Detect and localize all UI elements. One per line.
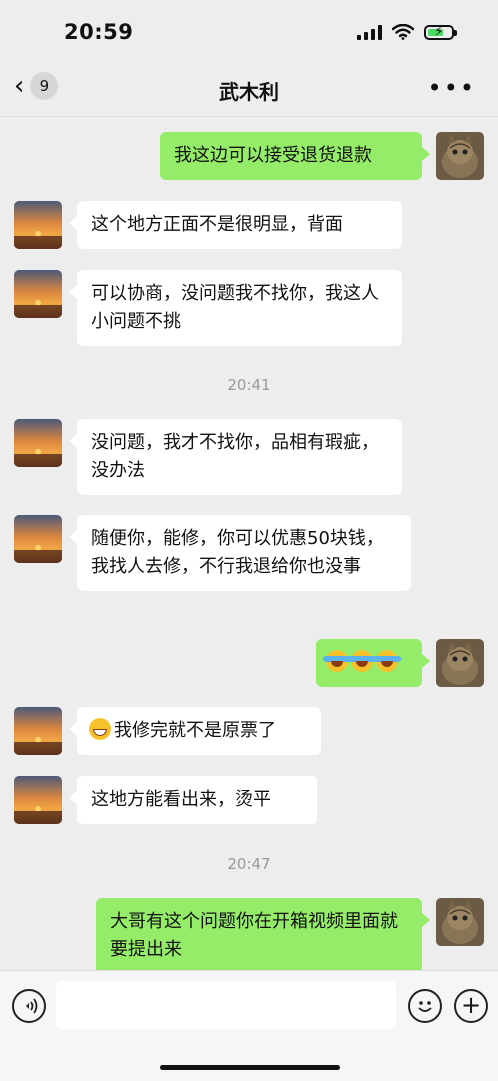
message-timestamp: 20:47 [227, 855, 271, 873]
message-bubble[interactable]: 可以协商，没问题我不找你，我这人小问题不挑 [69, 270, 402, 346]
message-row-incoming: 没问题，我才不找你，品相有瑕疵，没办法 [0, 419, 498, 495]
voice-input-icon[interactable] [12, 989, 46, 1023]
message-timestamp: 20:41 [227, 376, 271, 394]
message-bubble[interactable]: 大哥有这个问题你在开箱视频里面就要提出来 [96, 898, 430, 974]
my-avatar[interactable] [436, 639, 484, 687]
crying-laughing-emoji-icon [373, 650, 401, 672]
my-avatar[interactable] [436, 132, 484, 180]
message-row-incoming: 这地方能看出来，烫平 [0, 776, 498, 826]
contact-avatar[interactable] [14, 515, 62, 563]
status-icons: ⚡ [357, 24, 457, 40]
input-bar: + [0, 970, 498, 1081]
emoji-icon[interactable] [408, 989, 442, 1023]
contact-avatar[interactable] [14, 270, 62, 318]
crying-laughing-emoji-icon [323, 650, 351, 672]
message-row-incoming: 这个地方正面不是很明显，背面 [0, 201, 498, 251]
message-row-incoming: 可以协商，没问题我不找你，我这人小问题不挑 [0, 270, 498, 346]
my-avatar[interactable] [436, 898, 484, 946]
more-icon[interactable]: ••• [428, 74, 476, 102]
status-bar: 20:59 ⚡ [0, 0, 498, 62]
plus-icon[interactable]: + [454, 989, 488, 1023]
emoji-message-bubble[interactable] [316, 639, 430, 687]
message-bubble[interactable]: 没问题，我才不找你，品相有瑕疵，没办法 [69, 419, 402, 495]
crying-laughing-emoji-icon [348, 650, 376, 672]
contact-avatar[interactable] [14, 707, 62, 755]
cellular-signal-icon [357, 24, 382, 40]
message-bubble[interactable]: 随便你，能修，你可以优惠50块钱，我找人去修，不行我退给你也没事 [69, 515, 411, 591]
message-row-incoming: 随便你，能修，你可以优惠50块钱，我找人去修，不行我退给你也没事 [0, 515, 498, 619]
message-row-incoming: 我修完就不是原票了 [0, 707, 498, 757]
message-bubble[interactable]: 这个地方正面不是很明显，背面 [69, 201, 402, 249]
message-row-outgoing: 大哥有这个问题你在开箱视频里面就要提出来 [0, 898, 498, 974]
contact-avatar[interactable] [14, 419, 62, 467]
message-row-outgoing [0, 639, 498, 689]
message-bubble[interactable]: 我这边可以接受退货退款 [160, 132, 430, 180]
message-input[interactable] [56, 981, 396, 1029]
contact-avatar[interactable] [14, 201, 62, 249]
message-row-outgoing: 我这边可以接受退货退款 [0, 132, 498, 182]
wifi-icon [392, 24, 414, 40]
chat-header: ‹ 9 武木利 ••• [0, 62, 498, 117]
message-bubble[interactable]: 我修完就不是原票了 [69, 707, 321, 755]
message-bubble[interactable]: 这地方能看出来，烫平 [69, 776, 317, 824]
chat-title: 武木利 [219, 80, 279, 104]
message-text: 我修完就不是原票了 [114, 720, 276, 741]
status-time: 20:59 [64, 20, 134, 44]
battery-charging-icon: ⚡ [424, 24, 457, 40]
contact-avatar[interactable] [14, 776, 62, 824]
grinning-emoji-icon [89, 718, 111, 740]
home-indicator [160, 1065, 340, 1070]
